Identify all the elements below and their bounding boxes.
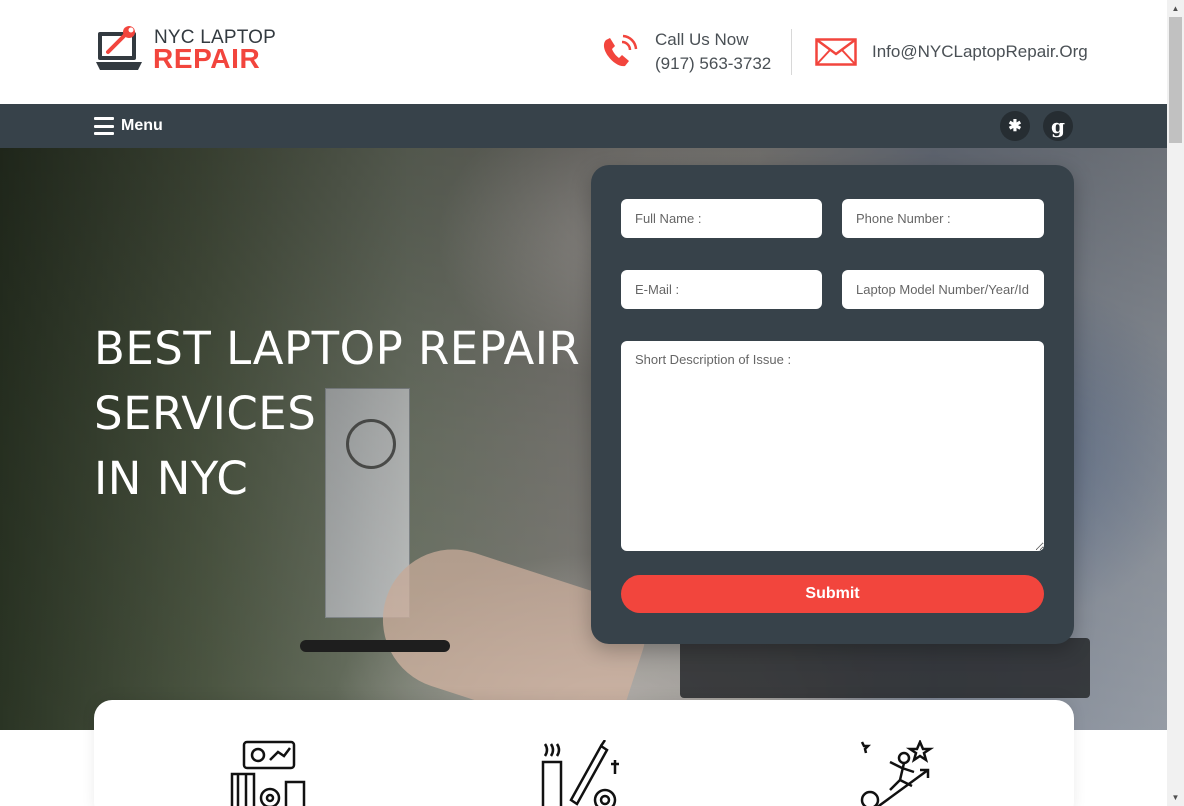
laptop-wrench-icon	[96, 26, 142, 70]
email-block[interactable]: Info@NYCLaptopRepair.Org	[815, 36, 1088, 70]
page-scrollbar[interactable]: ▲ ▼	[1167, 0, 1184, 806]
hero-title: BEST LAPTOP REPAIR SERVICES IN NYC	[94, 316, 580, 511]
issue-description-textarea[interactable]	[621, 341, 1044, 551]
services-card	[94, 700, 1074, 806]
email-input[interactable]	[621, 270, 822, 309]
hero-title-line1: BEST LAPTOP REPAIR	[94, 322, 581, 375]
hamburger-icon	[94, 117, 114, 135]
business-growth-icon	[230, 740, 306, 806]
logo-text-bottom: REPAIR	[153, 43, 261, 74]
site-logo[interactable]: NYC LAPTOP REPAIR	[96, 26, 276, 74]
scroll-up-arrow-icon[interactable]: ▲	[1167, 0, 1184, 17]
scroll-thumb[interactable]	[1169, 17, 1182, 143]
menu-label: Menu	[121, 117, 163, 134]
phone-icon	[603, 34, 638, 67]
google-icon[interactable]: g	[1043, 111, 1073, 141]
header-divider	[791, 29, 792, 75]
success-climb-icon	[860, 740, 935, 806]
call-label: Call Us Now	[655, 30, 749, 49]
laptop-model-input[interactable]	[842, 270, 1044, 309]
email-address[interactable]: Info@NYCLaptopRepair.Org	[872, 42, 1088, 62]
mail-icon	[815, 38, 857, 66]
phone-number-input[interactable]	[842, 199, 1044, 238]
repair-tools-icon	[541, 740, 619, 806]
hero-title-line2: SERVICES	[94, 387, 317, 440]
submit-button[interactable]: Submit	[621, 575, 1044, 613]
call-us-block[interactable]: Call Us Now (917) 563-3732	[600, 28, 780, 78]
scroll-down-arrow-icon[interactable]: ▼	[1167, 789, 1184, 806]
phone-number[interactable]: (917) 563-3732	[655, 54, 771, 74]
site-header: NYC LAPTOP REPAIR Call Us Now (917) 563-…	[0, 0, 1167, 104]
full-name-input[interactable]	[621, 199, 822, 238]
yelp-icon[interactable]: ✱	[1000, 111, 1030, 141]
contact-form: Submit	[591, 165, 1074, 644]
menu-button[interactable]: Menu	[94, 115, 163, 137]
hero-title-line3: IN NYC	[94, 452, 249, 505]
main-navbar: Menu ✱ g	[0, 104, 1167, 148]
